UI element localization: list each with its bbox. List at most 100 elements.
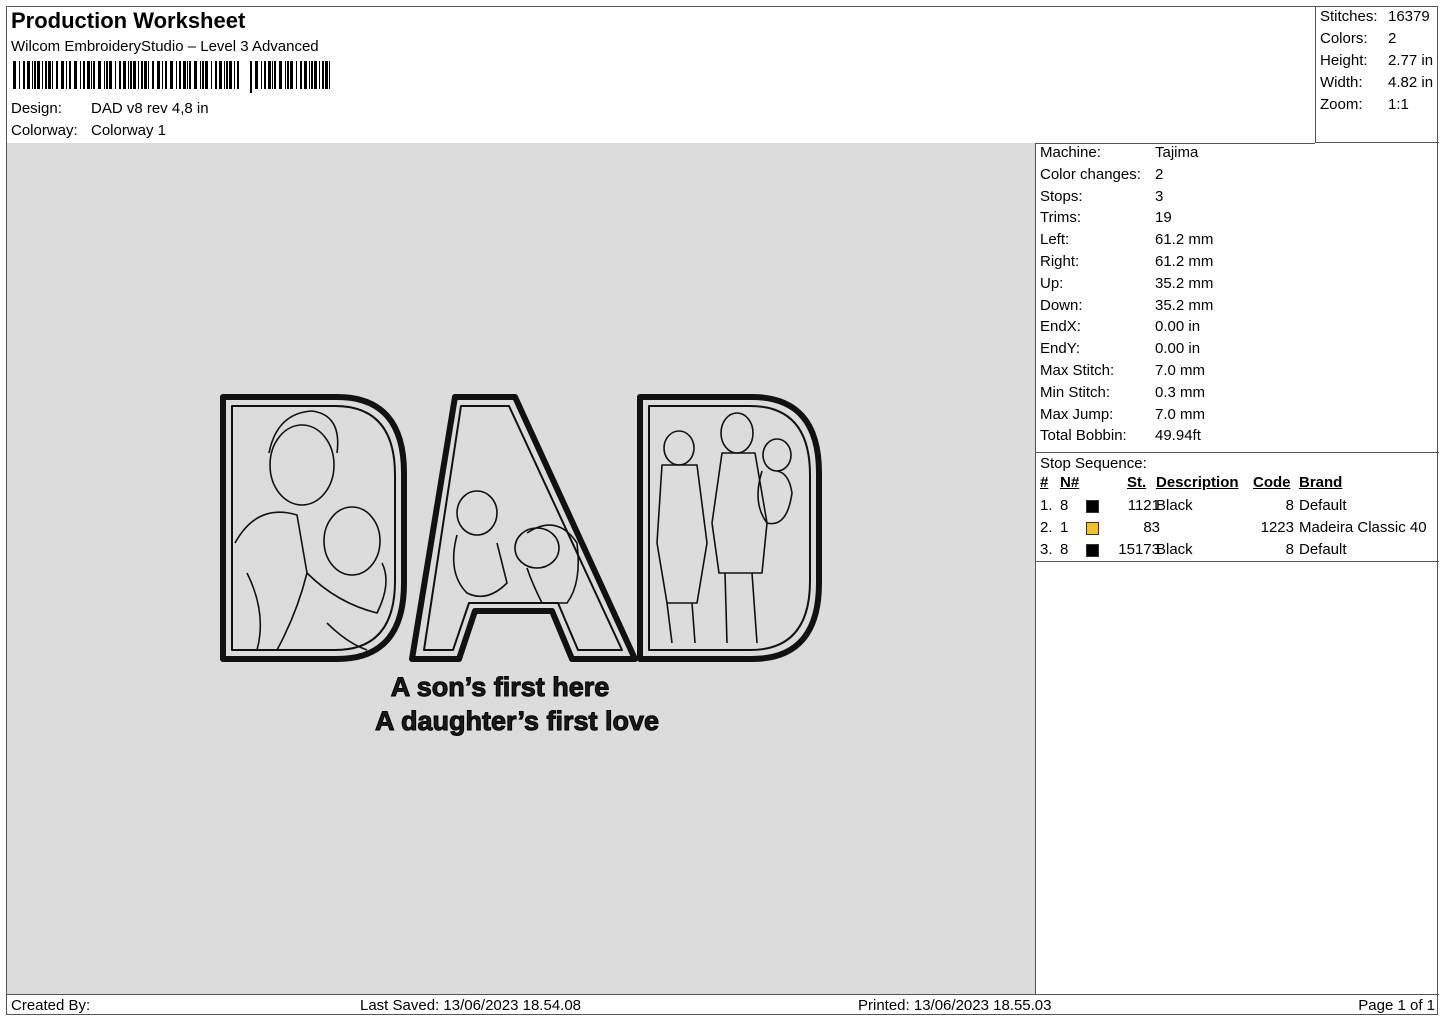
col-header-code: Code (1253, 474, 1291, 491)
barcode-icon (13, 61, 330, 93)
printed-date: Printed: 13/06/2023 18.55.03 (858, 997, 1052, 1014)
stat-label: Height: (1320, 52, 1368, 69)
machine-info-row: EndY: 0.00 in (1040, 340, 1200, 357)
stop-sequence-title: Stop Sequence: (1040, 455, 1147, 472)
machine-info-row: Max Jump: 7.0 mm (1040, 406, 1205, 423)
machine-info-row: Up: 35.2 mm (1040, 275, 1213, 292)
machine-info-row: Stops: 3 (1040, 188, 1163, 205)
machine-info-row: Max Stitch: 7.0 mm (1040, 362, 1205, 379)
stat-value: 4.82 in (1388, 74, 1434, 91)
col-header-brand: Brand (1299, 474, 1343, 491)
children-figure (656, 412, 793, 644)
stats-panel: Stitches: 16379 Colors: 2 Height: 2.77 in W… (1315, 7, 1439, 143)
stop-needle: 8 (1060, 541, 1069, 558)
thread-color-swatch (1086, 544, 1099, 557)
stat-label: Colors: (1320, 30, 1368, 47)
embroidery-design: A son’s first here A daughter’s first lo… (220, 394, 822, 737)
page-number: Page 1 of 1 (1358, 997, 1435, 1014)
info-value: 0.3 mm (1155, 383, 1206, 401)
divider (1036, 452, 1439, 453)
info-label: Stops: (1040, 187, 1083, 205)
stop-needle: 1 (1060, 519, 1069, 536)
baby-dog-figure (452, 490, 580, 604)
colorway-label: Colorway: (11, 122, 78, 139)
stat-label: Zoom: (1320, 96, 1363, 113)
info-label: Right: (1040, 253, 1080, 270)
stop-stitches: 83 (1143, 519, 1160, 536)
col-header-needle: N# (1060, 474, 1080, 491)
stop-brand: Default (1299, 497, 1347, 514)
info-label: Min Stitch: (1040, 383, 1111, 401)
thread-color-swatch (1086, 522, 1099, 535)
info-label: Max Jump: (1040, 405, 1114, 423)
info-label: Down: (1040, 296, 1083, 314)
machine-info-row: Right: 61.2 mm (1040, 253, 1213, 270)
stat-row: Stitches: 16379 (1320, 8, 1430, 25)
colorway-row: Colorway: Colorway 1 (11, 122, 166, 139)
stop-code: 8 (1285, 541, 1294, 558)
design-preview-canvas: A son’s first here A daughter’s first lo… (7, 143, 1036, 994)
stat-label: Width: (1320, 74, 1363, 91)
machine-info-row: Left: 61.2 mm (1040, 231, 1213, 248)
info-label: Machine: (1040, 144, 1101, 161)
info-value: 19 (1155, 209, 1172, 227)
info-label: Trims: (1040, 209, 1082, 227)
col-header-stitches: St. (1127, 474, 1147, 491)
stat-row: Width: 4.82 in (1320, 74, 1433, 91)
stop-num: 1. (1040, 497, 1053, 514)
info-value: 49.94ft (1155, 427, 1201, 445)
stat-row: Colors: 2 (1320, 30, 1396, 47)
software-name: Wilcom EmbroideryStudio – Level 3 Advanc… (11, 38, 319, 55)
stop-stitches: 15173 (1118, 541, 1160, 558)
info-value: 3 (1155, 187, 1164, 205)
info-label: Total Bobbin: (1040, 427, 1127, 445)
stop-code: 8 (1285, 497, 1294, 514)
machine-info-row: Min Stitch: 0.3 mm (1040, 384, 1205, 401)
stat-value: 16379 (1388, 8, 1430, 25)
info-label: EndX: (1040, 318, 1081, 336)
info-label: Up: (1040, 274, 1064, 292)
worksheet-footer: Created By: Last Saved: 13/06/2023 18.54… (7, 994, 1439, 1017)
design-value: DAD v8 rev 4,8 in (91, 100, 209, 117)
stop-description: Black (1156, 497, 1193, 514)
info-value: 7.0 mm (1155, 362, 1206, 379)
machine-info-row: EndX: 0.00 in (1040, 318, 1200, 335)
info-label: Max Stitch: (1040, 362, 1115, 379)
stop-brand: Madeira Classic 40 (1299, 519, 1427, 536)
col-header-num: # (1040, 474, 1049, 491)
letter-d-right (637, 394, 822, 662)
info-value: 35.2 mm (1155, 274, 1214, 292)
info-label: Left: (1040, 231, 1070, 249)
machine-info-row: Trims: 19 (1040, 209, 1172, 226)
stop-description: Black (1156, 541, 1193, 558)
machine-info-panel: Machine: Tajima Color changes: 2 Stops: 3 Trim… (1036, 143, 1439, 994)
info-value: Tajima (1155, 144, 1199, 161)
design-caption-line1: A son’s first here (391, 672, 610, 702)
machine-info-row: Down: 35.2 mm (1040, 297, 1213, 314)
stat-value: 2.77 in (1388, 52, 1434, 69)
stat-row: Zoom: 1:1 (1320, 96, 1409, 113)
info-label: EndY: (1040, 340, 1081, 358)
stop-num: 2. (1040, 519, 1053, 536)
stop-brand: Default (1299, 541, 1347, 558)
machine-info-row: Total Bobbin: 49.94ft (1040, 427, 1201, 444)
divider (1036, 561, 1439, 562)
design-row: Design: DAD v8 rev 4,8 in (11, 100, 209, 117)
stat-value: 2 (1388, 30, 1397, 47)
info-value: 35.2 mm (1155, 296, 1214, 314)
design-label: Design: (11, 100, 62, 117)
info-value: 0.00 in (1155, 318, 1201, 336)
info-value: 2 (1155, 165, 1164, 183)
info-value: 61.2 mm (1155, 253, 1214, 270)
col-header-description: Description (1156, 474, 1239, 491)
stat-value: 1:1 (1388, 96, 1409, 113)
thread-color-swatch (1086, 500, 1099, 513)
father-child-figure (234, 410, 387, 651)
stop-code: 1223 (1260, 519, 1294, 536)
stop-needle: 8 (1060, 497, 1069, 514)
letter-d-left (220, 394, 407, 662)
production-worksheet: Production Worksheet Wilcom EmbroiderySt… (6, 6, 1439, 1017)
created-by: Created By: (11, 997, 91, 1014)
machine-info-row: Machine: Tajima (1040, 144, 1198, 161)
machine-info-row: Color changes: 2 (1040, 166, 1163, 183)
